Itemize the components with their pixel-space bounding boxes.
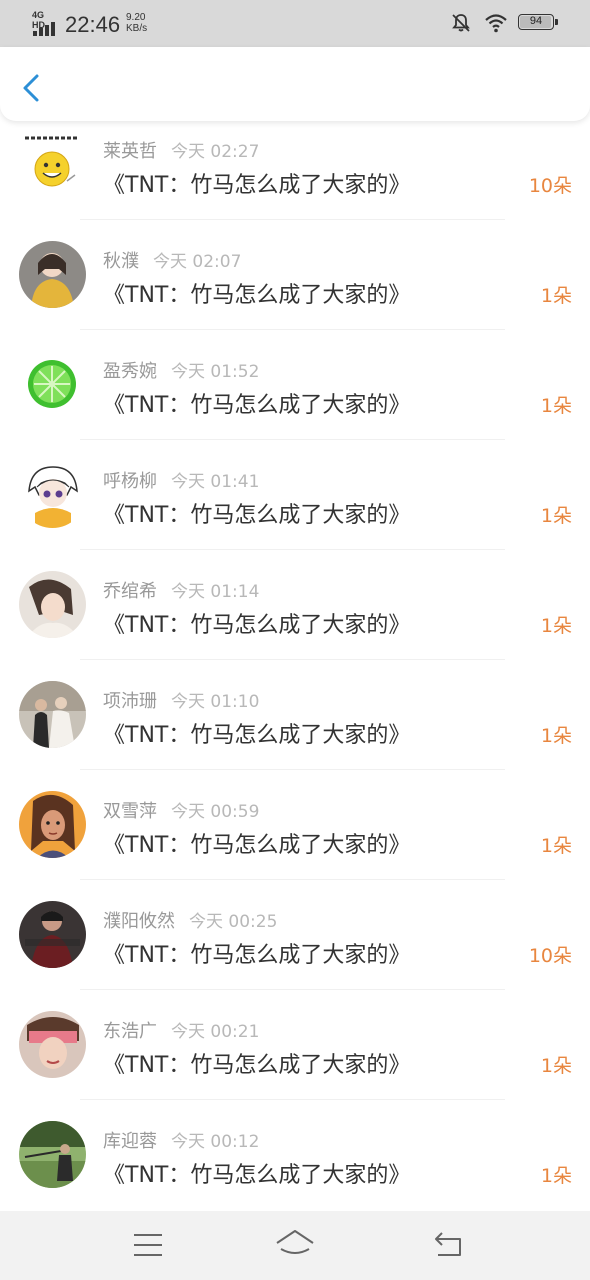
- gift-time: 今天 00:12: [171, 1132, 260, 1152]
- sender-name-text: 乔绾希: [103, 581, 157, 602]
- network-speed: 9.20 KB/s: [126, 12, 147, 34]
- book-title: 《TNT：竹马怎么成了大家的》: [103, 393, 411, 418]
- sender-name-text: 莱英哲: [103, 141, 157, 162]
- gift-time: 今天 02:27: [171, 142, 260, 162]
- battery-icon: 94: [518, 14, 558, 30]
- return-icon[interactable]: [430, 1225, 470, 1265]
- list-item[interactable]: 库迎蓉 今天 00:12 《TNT：竹马怎么成了大家的》 1朵: [0, 1111, 590, 1211]
- gift-count: 1朵: [540, 505, 572, 527]
- sender-name: 濮阳攸然 今天 00:25: [103, 907, 277, 933]
- gift-count: 1朵: [540, 395, 572, 417]
- list-item[interactable]: 项沛珊 今天 01:10 《TNT：竹马怎么成了大家的》 1朵: [0, 671, 590, 781]
- sender-name-text: 东浩广: [103, 1021, 157, 1042]
- book-title: 《TNT：竹马怎么成了大家的》: [103, 723, 411, 748]
- home-icon[interactable]: [275, 1225, 315, 1265]
- divider: [80, 989, 505, 990]
- app-header: [0, 47, 590, 121]
- gift-time: 今天 01:41: [171, 472, 260, 492]
- book-title: 《TNT：竹马怎么成了大家的》: [103, 833, 411, 858]
- divider: [80, 879, 505, 880]
- book-title: 《TNT：竹马怎么成了大家的》: [103, 1163, 411, 1188]
- mute-bell-icon: [452, 14, 470, 32]
- divider: [80, 659, 505, 660]
- sender-name: 乔绾希 今天 01:14: [103, 577, 259, 603]
- back-arrow-icon[interactable]: [16, 71, 48, 103]
- gift-time: 今天 01:52: [171, 362, 260, 382]
- gift-time: 今天 00:25: [189, 912, 278, 932]
- divider: [80, 439, 505, 440]
- clock: 22:46: [65, 12, 121, 37]
- sender-name-text: 项沛珊: [103, 691, 157, 712]
- gift-time: 今天 00:59: [171, 802, 260, 822]
- sender-name-text: 秋濮: [103, 251, 139, 272]
- divider: [80, 329, 505, 330]
- sender-name: 秋濮 今天 02:07: [103, 247, 241, 273]
- sender-name-text: 双雪萍: [103, 801, 157, 822]
- list-item[interactable]: 秋濮 今天 02:07 《TNT：竹马怎么成了大家的》 1朵: [0, 231, 590, 341]
- sender-name: 库迎蓉 今天 00:12: [103, 1127, 259, 1153]
- gift-list: 莱英哲 今天 02:27 《TNT：竹马怎么成了大家的》 10朵 秋濮 今天 02:…: [0, 121, 590, 1211]
- gift-count: 1朵: [540, 1055, 572, 1077]
- avatar[interactable]: [19, 461, 86, 528]
- sender-name: 项沛珊 今天 01:10: [103, 687, 259, 713]
- divider: [80, 219, 505, 220]
- divider: [80, 1099, 505, 1100]
- sender-name-text: 库迎蓉: [103, 1131, 157, 1152]
- list-item[interactable]: 双雪萍 今天 00:59 《TNT：竹马怎么成了大家的》 1朵: [0, 781, 590, 891]
- book-title: 《TNT：竹马怎么成了大家的》: [103, 503, 411, 528]
- gift-time: 今天 02:07: [153, 252, 242, 272]
- sender-name-text: 濮阳攸然: [103, 911, 175, 932]
- avatar[interactable]: [19, 571, 86, 638]
- system-nav-bar: [0, 1211, 590, 1280]
- sender-name-text: 呼杨柳: [103, 471, 157, 492]
- gift-time: 今天 01:10: [171, 692, 260, 712]
- avatar[interactable]: [19, 1011, 86, 1078]
- status-right: 94: [450, 12, 560, 36]
- book-title: 《TNT：竹马怎么成了大家的》: [103, 1053, 411, 1078]
- sender-name: 盈秀婉 今天 01:52: [103, 357, 259, 383]
- book-title: 《TNT：竹马怎么成了大家的》: [103, 283, 411, 308]
- gift-count: 10朵: [528, 945, 572, 967]
- gift-time: 今天 01:14: [171, 582, 260, 602]
- list-item[interactable]: 乔绾希 今天 01:14 《TNT：竹马怎么成了大家的》 1朵: [0, 561, 590, 671]
- divider: [80, 549, 505, 550]
- avatar[interactable]: [19, 791, 86, 858]
- book-title: 《TNT：竹马怎么成了大家的》: [103, 173, 411, 198]
- wifi-icon: [485, 14, 507, 33]
- sender-name-text: 盈秀婉: [103, 361, 157, 382]
- battery-tip: [555, 19, 558, 25]
- avatar[interactable]: [19, 351, 86, 418]
- list-item[interactable]: 莱英哲 今天 02:27 《TNT：竹马怎么成了大家的》 10朵: [0, 121, 590, 231]
- avatar[interactable]: [19, 241, 86, 308]
- gift-count: 10朵: [528, 175, 572, 197]
- avatar[interactable]: [19, 125, 86, 192]
- speed-value: 9.20: [126, 12, 146, 23]
- book-title: 《TNT：竹马怎么成了大家的》: [103, 943, 411, 968]
- menu-icon[interactable]: [128, 1225, 168, 1265]
- divider: [80, 769, 505, 770]
- avatar[interactable]: [19, 681, 86, 748]
- sender-name: 东浩广 今天 00:21: [103, 1017, 259, 1043]
- speed-unit: KB/s: [126, 23, 148, 34]
- sender-name: 莱英哲 今天 02:27: [103, 137, 259, 163]
- avatar[interactable]: [19, 901, 86, 968]
- gift-time: 今天 00:21: [171, 1022, 260, 1042]
- book-title: 《TNT：竹马怎么成了大家的》: [103, 613, 411, 638]
- sender-name: 呼杨柳 今天 01:41: [103, 467, 259, 493]
- signal-icon: [33, 22, 57, 36]
- avatar[interactable]: [19, 1121, 86, 1188]
- gift-count: 1朵: [540, 725, 572, 747]
- list-item[interactable]: 濮阳攸然 今天 00:25 《TNT：竹马怎么成了大家的》 10朵: [0, 891, 590, 1001]
- status-bar: 4G HD 22:46 9.20 KB/s 94: [0, 0, 590, 47]
- gift-count: 1朵: [540, 615, 572, 637]
- gift-count: 1朵: [540, 1165, 572, 1187]
- list-item[interactable]: 东浩广 今天 00:21 《TNT：竹马怎么成了大家的》 1朵: [0, 1001, 590, 1111]
- battery-percent: 94: [529, 15, 543, 27]
- gift-count: 1朵: [540, 835, 572, 857]
- list-item[interactable]: 盈秀婉 今天 01:52 《TNT：竹马怎么成了大家的》 1朵: [0, 341, 590, 451]
- sender-name: 双雪萍 今天 00:59: [103, 797, 259, 823]
- list-item[interactable]: 呼杨柳 今天 01:41 《TNT：竹马怎么成了大家的》 1朵: [0, 451, 590, 561]
- gift-count: 1朵: [540, 285, 572, 307]
